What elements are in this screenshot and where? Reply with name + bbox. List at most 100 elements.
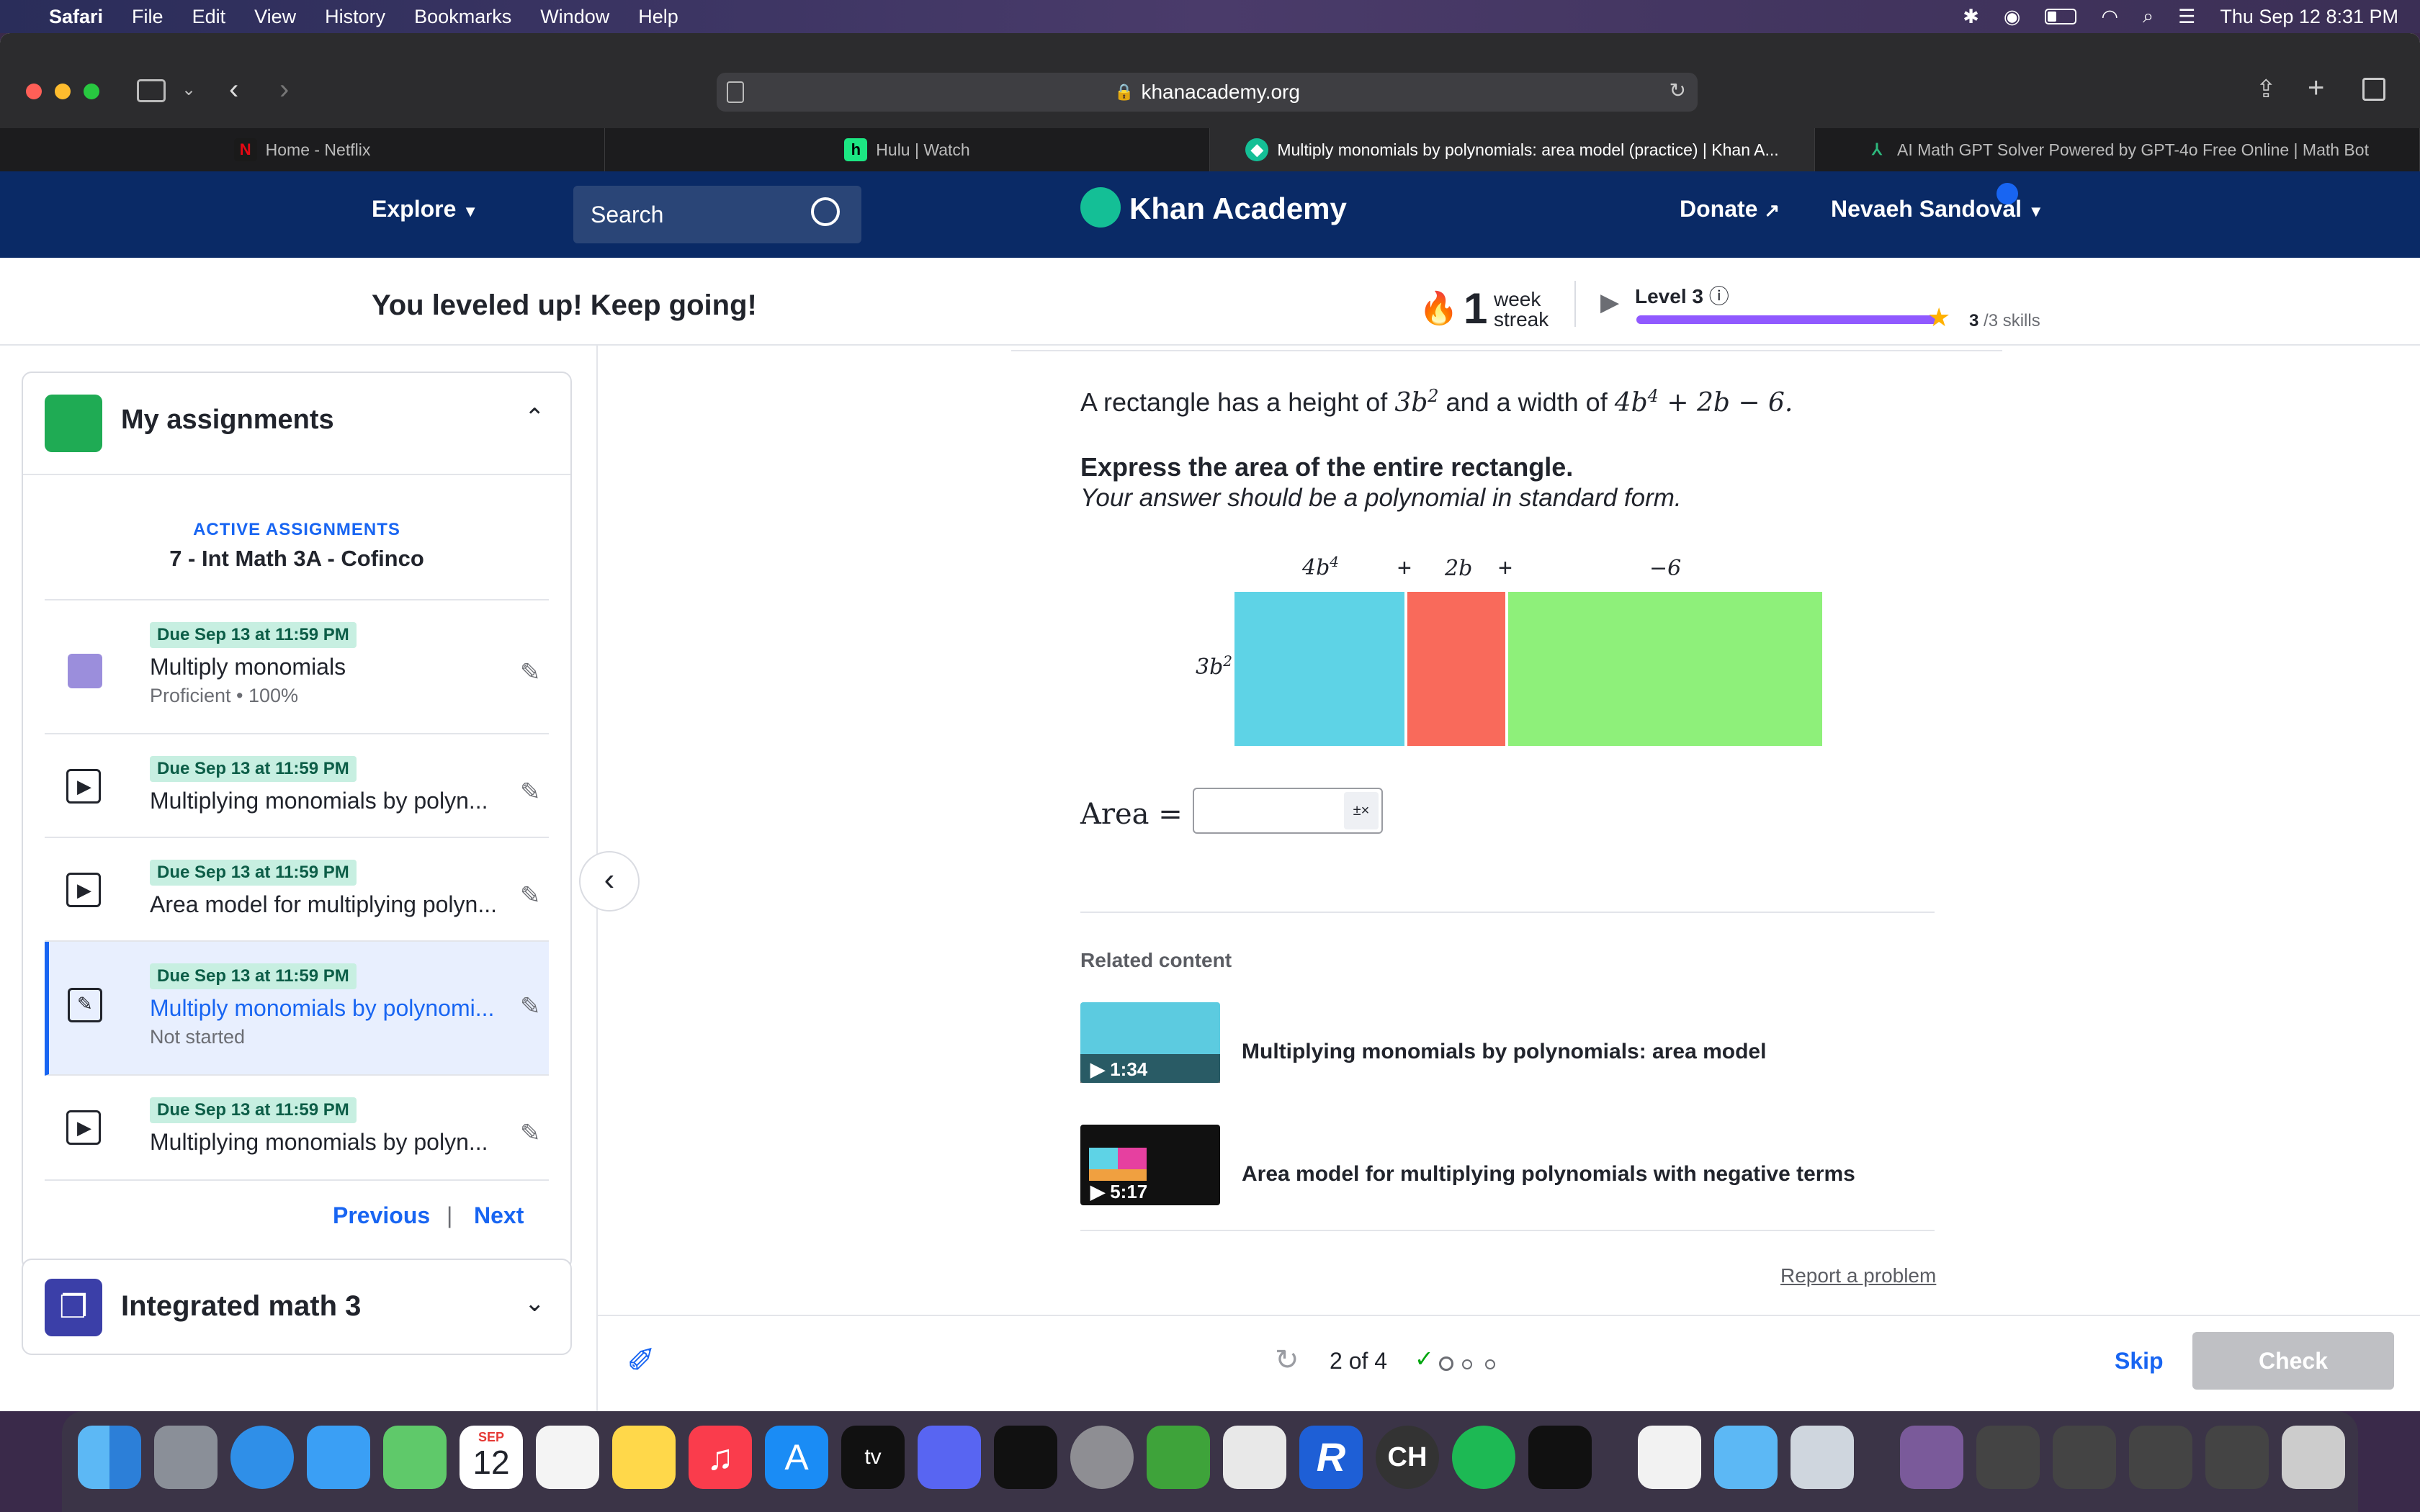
next-link[interactable]: Next bbox=[474, 1202, 524, 1229]
play-icon[interactable]: ▶ bbox=[1600, 288, 1619, 317]
related-thumbnail[interactable]: ▶ 5:17 bbox=[1080, 1125, 1220, 1205]
share-icon[interactable]: ⇪ bbox=[2256, 75, 2277, 104]
waves-app-icon[interactable] bbox=[1528, 1426, 1592, 1489]
menubar-datetime[interactable]: Thu Sep 12 8:31 PM bbox=[2220, 6, 2398, 28]
tab-mathgpt[interactable]: ⅄ AI Math GPT Solver Powered by GPT-4o Fr… bbox=[1815, 128, 2420, 171]
math-keypad-icon[interactable]: ±× bbox=[1344, 792, 1379, 829]
collapse-chevron-icon[interactable]: ⌃ bbox=[524, 403, 545, 432]
assignment-item[interactable]: ▶ Due Sep 13 at 11:59 PM Multiplying mon… bbox=[45, 1076, 549, 1181]
assignment-name[interactable]: Multiplying monomials by polyn... bbox=[150, 788, 488, 814]
assignment-name[interactable]: Multiply monomials bbox=[150, 654, 357, 680]
menu-app-name[interactable]: Safari bbox=[49, 6, 103, 28]
recent-photo-icon[interactable] bbox=[1900, 1426, 1963, 1489]
edit-note-icon[interactable]: ✎ bbox=[520, 658, 541, 687]
report-problem-link[interactable]: Report a problem bbox=[1780, 1264, 1936, 1287]
preview-icon[interactable] bbox=[1791, 1426, 1854, 1489]
minecraft-icon[interactable] bbox=[1147, 1426, 1210, 1489]
tab-khan-academy[interactable]: ◆ Multiply monomials by polynomials: area… bbox=[1210, 128, 1815, 171]
menu-window[interactable]: Window bbox=[540, 6, 609, 28]
chatgpt-icon[interactable] bbox=[994, 1426, 1057, 1489]
donate-link[interactable]: Donate ↗ bbox=[1680, 196, 1780, 222]
edit-note-icon[interactable]: ✎ bbox=[520, 1119, 541, 1148]
spotlight-search-icon[interactable]: ⌕ bbox=[2143, 5, 2154, 28]
chevron-down-icon[interactable]: ⌄ bbox=[182, 79, 196, 100]
trash-icon[interactable] bbox=[2282, 1426, 2345, 1489]
menu-help[interactable]: Help bbox=[638, 6, 678, 28]
search-box[interactable]: Search bbox=[573, 186, 861, 243]
address-bar[interactable]: 🔒 khanacademy.org ↻ bbox=[717, 73, 1698, 112]
settings-icon[interactable] bbox=[1070, 1426, 1134, 1489]
zoom-window-icon[interactable] bbox=[84, 84, 99, 99]
assignment-item[interactable]: ▶ Due Sep 13 at 11:59 PM Area model for … bbox=[45, 838, 549, 942]
window-thumbnail[interactable] bbox=[2129, 1426, 2192, 1489]
launchpad-icon[interactable] bbox=[154, 1426, 218, 1489]
search-icon[interactable] bbox=[811, 197, 840, 226]
battery-icon[interactable] bbox=[2045, 9, 2077, 24]
skip-button[interactable]: Skip bbox=[2115, 1348, 2164, 1374]
course-card[interactable]: ❐ Integrated math 3 ⌄ bbox=[22, 1259, 572, 1355]
tab-overview-icon[interactable] bbox=[2362, 78, 2385, 101]
bluetooth-icon[interactable]: ✱ bbox=[1963, 6, 1979, 28]
spotify-icon[interactable] bbox=[1452, 1426, 1515, 1489]
edit-note-icon[interactable]: ✎ bbox=[520, 992, 541, 1021]
maps-icon[interactable] bbox=[383, 1426, 447, 1489]
previous-link[interactable]: Previous bbox=[333, 1202, 430, 1229]
info-icon[interactable]: ⓘ bbox=[1709, 285, 1729, 307]
assignment-item[interactable]: Due Sep 13 at 11:59 PM Multiply monomial… bbox=[45, 600, 549, 734]
redo-icon[interactable]: ↻ bbox=[1275, 1344, 1299, 1377]
collapse-sidebar-chevron-icon[interactable]: ‹ bbox=[579, 851, 640, 912]
window-thumbnail[interactable] bbox=[1976, 1426, 2040, 1489]
menu-history[interactable]: History bbox=[325, 6, 385, 28]
explore-menu[interactable]: Explore ▼ bbox=[372, 196, 478, 222]
apple-tv-icon[interactable]: tv bbox=[841, 1426, 905, 1489]
scratchpad-icon[interactable]: ✐ bbox=[627, 1341, 655, 1381]
mail-icon[interactable] bbox=[307, 1426, 370, 1489]
menu-edit[interactable]: Edit bbox=[192, 6, 226, 28]
khan-logo-icon[interactable] bbox=[1080, 187, 1121, 228]
reminders-icon[interactable] bbox=[536, 1426, 599, 1489]
wifi-icon[interactable]: ◠ bbox=[2101, 6, 2118, 28]
check-button[interactable]: Check bbox=[2192, 1332, 2394, 1390]
assignment-name[interactable]: Area model for multiplying polyn... bbox=[150, 891, 497, 918]
music-icon[interactable]: ♫ bbox=[689, 1426, 752, 1489]
menu-file[interactable]: File bbox=[132, 6, 163, 28]
safari-icon[interactable] bbox=[230, 1426, 294, 1489]
khan-logo-text[interactable]: Khan Academy bbox=[1129, 192, 1347, 226]
related-link[interactable]: Area model for multiplying polynomials w… bbox=[1242, 1162, 1855, 1187]
reload-icon[interactable]: ↻ bbox=[1670, 78, 1686, 102]
expand-chevron-icon[interactable]: ⌄ bbox=[524, 1289, 545, 1318]
sidebar-toggle-icon[interactable] bbox=[137, 79, 166, 102]
finder-icon[interactable] bbox=[78, 1426, 141, 1489]
finder-icon[interactable] bbox=[1714, 1426, 1778, 1489]
r-app-icon[interactable]: R bbox=[1299, 1426, 1363, 1489]
level-label[interactable]: Level 3 ⓘ bbox=[1635, 281, 1729, 310]
assignment-item[interactable]: ▶ Due Sep 13 at 11:59 PM Multiplying mon… bbox=[45, 734, 549, 838]
calendar-icon[interactable]: SEP 12 bbox=[460, 1426, 523, 1489]
window-thumbnail[interactable] bbox=[2053, 1426, 2116, 1489]
control-center-icon[interactable]: ☰ bbox=[2178, 6, 2195, 28]
window-thumbnail[interactable] bbox=[2205, 1426, 2269, 1489]
back-icon[interactable]: ‹ bbox=[229, 73, 238, 106]
discord-icon[interactable] bbox=[918, 1426, 981, 1489]
assignment-item-selected[interactable]: ✎ Due Sep 13 at 11:59 PM Multiply monomi… bbox=[45, 942, 549, 1076]
assignment-name[interactable]: Multiplying monomials by polyn... bbox=[150, 1129, 488, 1156]
tab-hulu[interactable]: h Hulu | Watch bbox=[605, 128, 1210, 171]
roblox-icon[interactable] bbox=[1223, 1426, 1286, 1489]
area-answer-input[interactable]: ±× bbox=[1193, 788, 1383, 834]
menu-bookmarks[interactable]: Bookmarks bbox=[414, 6, 511, 28]
reader-icon[interactable] bbox=[727, 81, 744, 103]
edit-note-icon[interactable]: ✎ bbox=[520, 881, 541, 910]
ch-app-icon[interactable]: CH bbox=[1376, 1426, 1439, 1489]
edit-note-icon[interactable]: ✎ bbox=[520, 778, 541, 806]
forward-icon[interactable]: › bbox=[279, 73, 289, 106]
related-link[interactable]: Multiplying monomials by polynomials: ar… bbox=[1242, 1040, 1766, 1064]
tab-netflix[interactable]: N Home - Netflix bbox=[0, 128, 605, 171]
related-thumbnail[interactable]: ▶ 1:34 bbox=[1080, 1002, 1220, 1083]
new-tab-icon[interactable]: + bbox=[2308, 72, 2324, 104]
menu-view[interactable]: View bbox=[254, 6, 296, 28]
notes-icon[interactable] bbox=[612, 1426, 676, 1489]
app-store-icon[interactable]: A bbox=[765, 1426, 828, 1489]
close-window-icon[interactable] bbox=[26, 84, 42, 99]
minimize-window-icon[interactable] bbox=[55, 84, 71, 99]
assignment-name[interactable]: Multiply monomials by polynomi... bbox=[150, 995, 494, 1022]
